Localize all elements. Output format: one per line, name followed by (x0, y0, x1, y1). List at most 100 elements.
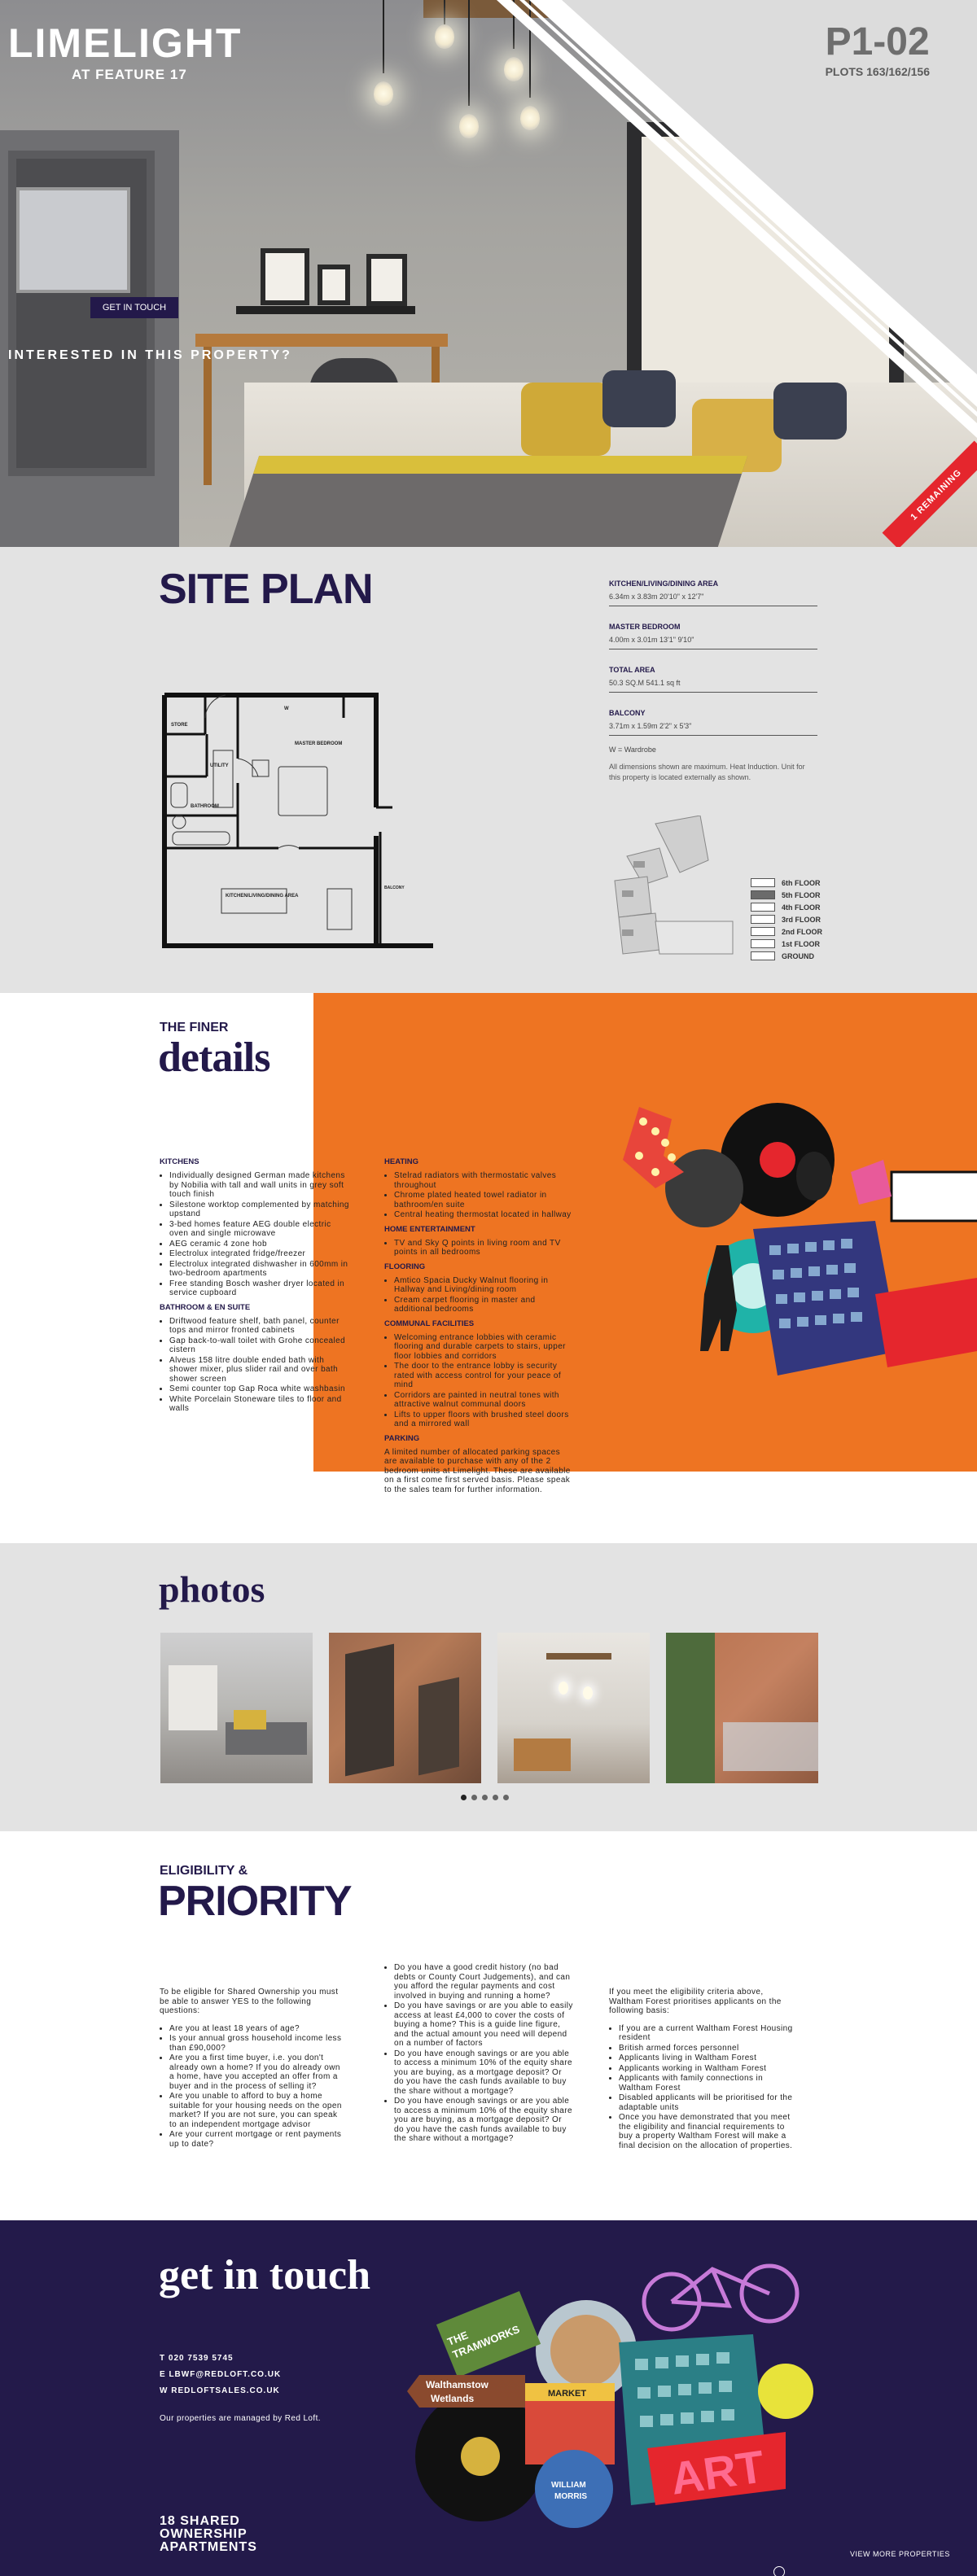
yellow-lamp (758, 2364, 813, 2419)
home-entertainment-heading: HOME ENTERTAINMENT (384, 1224, 475, 1234)
spec-label: TOTAL AREA (609, 666, 655, 674)
list-item: Silestone worktop complemented by matchi… (169, 1201, 351, 1219)
photo-thumbnail[interactable] (666, 1633, 818, 1783)
spec-item: TOTAL AREA 50.3 SQ.M 541.1 sq ft (609, 666, 817, 693)
pendant-bulb (459, 114, 479, 138)
email-link[interactable]: E LBWF@REDLOFT.CO.UK (160, 2367, 281, 2383)
spec-list: KITCHEN/LIVING/DINING AREA 6.34m x 3.83m… (609, 579, 817, 783)
floor-legend-row: 1st FLOOR (751, 938, 822, 950)
sign-board (890, 1170, 977, 1222)
eligibility-column-2: Do you have a good credit history (no ba… (384, 1963, 573, 2145)
floor-label: 3rd FLOOR (782, 915, 821, 924)
bathroom-list: Driftwood feature shelf, bath panel, cou… (160, 1317, 351, 1414)
parking-heading: PARKING (384, 1433, 420, 1443)
interested-heading: INTERESTED IN THIS PROPERTY? (8, 348, 292, 362)
carousel-dot[interactable] (461, 1795, 467, 1800)
list-item: Central heating thermostat located in ha… (394, 1210, 572, 1220)
list-item: Are you unable to afford to buy a home s… (169, 2092, 345, 2129)
pendant-bulb (435, 24, 454, 49)
details-collage-illustration (623, 1103, 977, 1375)
room-label-master-bedroom: MASTER BEDROOM (295, 741, 342, 746)
contact-collage-illustration: THE TRAMWORKS Walthamstow Wetlands MARKE… (407, 2263, 813, 2528)
site-plan-title: SITE PLAN (159, 566, 374, 613)
list-item: Is your annual gross household income le… (169, 2034, 345, 2053)
scroll-indicator-icon[interactable] (773, 2566, 785, 2576)
floor-swatch (751, 915, 775, 924)
home-entertainment-list: TV and Sky Q points in living room and T… (384, 1239, 572, 1257)
hero-banner: LIMELIGHT AT FEATURE 17 P1-02 PLOTS 163/… (0, 0, 977, 547)
list-item: Corridors are painted in neutral tones w… (394, 1391, 572, 1410)
floor-label: 4th FLOOR (782, 903, 821, 912)
carousel-dot[interactable] (482, 1795, 488, 1800)
list-item: White Porcelain Stoneware tiles to floor… (169, 1395, 351, 1414)
floor-legend-row: 4th FLOOR (751, 901, 822, 913)
view-more-properties-link[interactable]: VIEW MORE PROPERTIES (850, 2550, 950, 2558)
picture-frame (366, 254, 407, 306)
pendant-wire (468, 0, 470, 106)
pillow (602, 370, 676, 427)
site-plan-section: SITE PLAN STORE UTILITY BATHROOM MASTER … (0, 547, 977, 993)
hero-window (16, 187, 130, 293)
carousel-dot[interactable] (493, 1795, 498, 1800)
room-label-store: STORE (171, 723, 188, 728)
list-item: Lifts to upper floors with brushed steel… (394, 1410, 572, 1429)
eligibility-section: ELIGIBILITY & PRIORITY To be eligible fo… (0, 1831, 977, 2220)
marquee-arrow (623, 1107, 684, 1188)
floor-plan: STORE UTILITY BATHROOM MASTER BEDROOM W … (162, 693, 433, 948)
get-in-touch-button[interactable]: GET IN TOUCH (90, 297, 178, 318)
spec-item: BALCONY 3.71m x 1.59m 2'2" x 5'3" (609, 709, 817, 736)
floor-swatch (751, 927, 775, 936)
spec-value: 4.00m x 3.01m 13'1" 9'10" (609, 636, 694, 644)
list-item: Applicants living in Waltham Forest (619, 2053, 798, 2063)
photo-thumbnail[interactable] (329, 1633, 481, 1783)
spec-label: MASTER BEDROOM (609, 623, 681, 631)
floor-legend-row: 6th FLOOR (751, 877, 822, 889)
floor-legend: 6th FLOOR 5th FLOOR 4th FLOOR 3rd FLOOR … (751, 877, 822, 962)
photo-detail (169, 1665, 217, 1730)
photo-thumbnail[interactable] (497, 1633, 650, 1783)
plot-title: P1-02 (825, 20, 930, 63)
list-item: Electrolux integrated fridge/freezer (169, 1249, 351, 1259)
floor-label: 1st FLOOR (782, 939, 821, 948)
hero-shelf (236, 306, 415, 314)
photo-thumbnail[interactable] (160, 1633, 313, 1783)
picture-frame (318, 265, 350, 305)
dimensions-note: All dimensions shown are maximum. Heat I… (609, 763, 805, 781)
priority-list: If you are a current Waltham Forest Hous… (609, 2024, 798, 2151)
contact-details: T 020 7539 5745 E LBWF@REDLOFT.CO.UK W R… (160, 2351, 281, 2399)
carousel-dots (461, 1795, 509, 1800)
logo-main: LIMELIGHT (8, 20, 243, 66)
list-item: Welcoming entrance lobbies with ceramic … (394, 1333, 572, 1362)
spec-value: 6.34m x 3.83m 20'10" x 12'7" (609, 593, 704, 601)
photos-section: photos (0, 1543, 977, 1831)
floor-label: GROUND (782, 951, 814, 960)
list-item: Electrolux integrated dishwasher in 600m… (169, 1260, 351, 1279)
hero-throw (229, 456, 748, 547)
list-item: Driftwood feature shelf, bath panel, cou… (169, 1317, 351, 1336)
site-logo[interactable]: LIMELIGHT AT FEATURE 17 (8, 23, 242, 83)
website-link[interactable]: W REDLOFTSALES.CO.UK (160, 2383, 281, 2399)
list-item: Alveus 158 litre double ended bath with … (169, 1356, 351, 1384)
list-item: Chrome plated heated towel radiator in b… (394, 1191, 572, 1209)
phone-link[interactable]: T 020 7539 5745 (160, 2351, 281, 2367)
list-item: Applicants working in Waltham Forest (619, 2064, 798, 2074)
floor-legend-row: 3rd FLOOR (751, 913, 822, 925)
logo-sub: AT FEATURE 17 (72, 67, 187, 82)
floor-swatch (751, 878, 775, 887)
details-section: THE FINER details KITCHENS Individually … (0, 993, 977, 1543)
pendant-bulb (374, 81, 393, 106)
room-label-balcony: BALCONY (384, 886, 405, 890)
carousel-dot[interactable] (471, 1795, 477, 1800)
list-item: Amtico Spacia Ducky Walnut flooring in H… (394, 1276, 572, 1295)
list-item: Disabled applicants will be prioritised … (619, 2093, 798, 2112)
photo-detail (559, 1682, 568, 1695)
wardrobe-note: W = Wardrobe (609, 746, 656, 754)
list-item: Are you a first time buyer, i.e. you don… (169, 2053, 345, 2091)
badge-text: MORRIS (554, 2492, 587, 2501)
list-item: Cream carpet flooring in master and addi… (394, 1296, 572, 1314)
communal-heading: COMMUNAL FACILITIES (384, 1319, 475, 1328)
list-item: Do you have savings or are you able to e… (394, 2001, 573, 2049)
desk-leg (204, 347, 212, 485)
list-item: Applicants with family connections in Wa… (619, 2074, 798, 2093)
carousel-dot[interactable] (503, 1795, 509, 1800)
